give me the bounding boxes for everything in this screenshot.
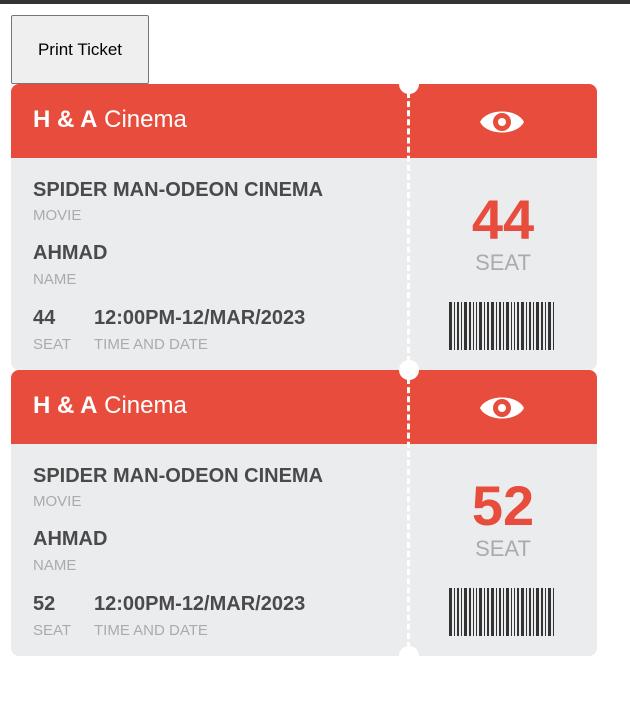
movie-label: MOVIE [33, 493, 82, 510]
show-datetime: 12:00PM-12/MAR/2023 [94, 593, 306, 615]
notch-top [399, 74, 419, 94]
brand-bold: H & A [33, 392, 98, 419]
barcode [449, 588, 554, 636]
ticket-card: H & A Cinema SPIDER MAN-ODEON CINEMA MOV… [11, 74, 597, 370]
notch-top [399, 360, 419, 380]
ticket-stub: 44 SEAT [409, 84, 597, 370]
barcode [449, 302, 554, 350]
datetime-label: TIME AND DATE [94, 622, 208, 639]
top-border [0, 0, 630, 4]
ticket-main-section: H & A Cinema SPIDER MAN-ODEON CINEMA MOV… [11, 370, 409, 656]
seat-label: SEAT [33, 336, 72, 353]
movie-title: SPIDER MAN-ODEON CINEMA [33, 179, 324, 201]
customer-name: AHMAD [33, 528, 108, 550]
show-datetime: 12:00PM-12/MAR/2023 [94, 307, 306, 329]
brand-bold: H & A [33, 106, 98, 133]
datetime-label: TIME AND DATE [94, 336, 208, 353]
stub-header [409, 370, 597, 444]
notch-bottom [399, 646, 419, 666]
seat-label: SEAT [33, 622, 72, 639]
eye-icon [480, 111, 524, 133]
seat-number: 44 [33, 307, 56, 329]
ticket-header: H & A Cinema [11, 84, 409, 158]
name-label: NAME [33, 557, 77, 574]
stub-header [409, 84, 597, 158]
brand-light: Cinema [104, 106, 187, 133]
ticket-main-section: H & A Cinema SPIDER MAN-ODEON CINEMA MOV… [11, 84, 409, 370]
cinema-brand: H & A Cinema [33, 106, 187, 134]
customer-name: AHMAD [33, 242, 108, 264]
movie-title: SPIDER MAN-ODEON CINEMA [33, 465, 324, 487]
seat-big-number: 52 [471, 474, 535, 537]
brand-light: Cinema [104, 392, 187, 419]
seat-word: SEAT [475, 536, 531, 561]
perforation-line [407, 92, 410, 362]
seat-big-number: 44 [471, 188, 535, 251]
seat-word: SEAT [475, 250, 531, 275]
ticket-card: H & A Cinema SPIDER MAN-ODEON CINEMA MOV… [11, 360, 597, 666]
cinema-brand: H & A Cinema [33, 392, 187, 420]
perforation-line [407, 378, 410, 648]
ticket-header: H & A Cinema [11, 370, 409, 444]
ticket-stub: 52 SEAT [409, 370, 597, 656]
print-ticket-button[interactable]: Print Ticket [11, 15, 149, 84]
seat-number: 52 [33, 593, 56, 615]
name-label: NAME [33, 271, 77, 288]
movie-label: MOVIE [33, 207, 82, 224]
eye-icon [480, 397, 524, 419]
